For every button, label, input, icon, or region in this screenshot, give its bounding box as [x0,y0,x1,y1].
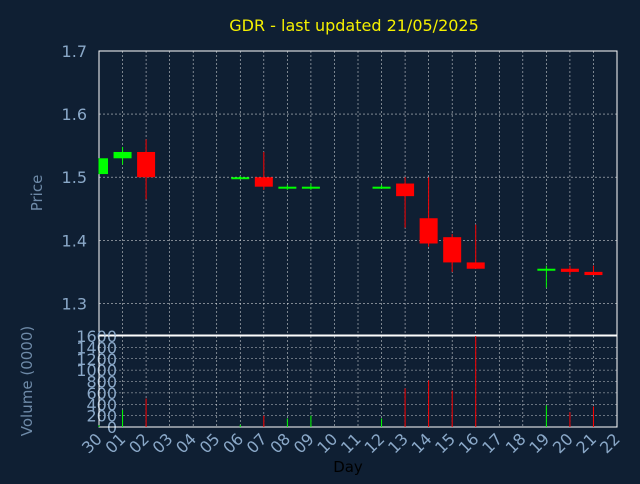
day-axis-label: Day [333,458,363,476]
candle-body [231,177,250,180]
candle-body [137,151,156,178]
chart-title: GDR - last updated 21/05/2025 [229,16,479,35]
price-tick-label: 1.5 [62,168,87,187]
volume-axis-label: Volume (0000) [18,326,36,436]
price-axis-label: Price [28,175,46,212]
candle-body [99,158,108,175]
candle-body [254,177,273,187]
candle-body [113,151,132,159]
price-tick-label: 1.6 [62,105,87,124]
candle-body [301,186,320,189]
chart-container: GDR - last updated 21/05/2025 Price Volu… [0,0,640,480]
candle-body [466,262,485,269]
day-tick-label: 22 [596,429,624,457]
candle-body [278,186,297,189]
candle-body [584,271,603,276]
price-tick-label: 1.4 [62,231,87,250]
price-panel: 1.3 1.4 1.5 1.6 1.7 [62,42,618,336]
candle-body [396,183,415,197]
candle-body [419,218,438,244]
candle-body [443,237,462,263]
price-tick-label: 1.3 [62,294,87,313]
candle-body [537,268,556,271]
volume-panel: 0200400600800100012001400160030010203040… [76,327,624,457]
candlestick-chart: GDR - last updated 21/05/2025 Price Volu… [18,16,624,476]
price-tick-label: 1.7 [62,42,87,61]
candle-body [372,186,391,189]
candle-body [560,268,579,272]
